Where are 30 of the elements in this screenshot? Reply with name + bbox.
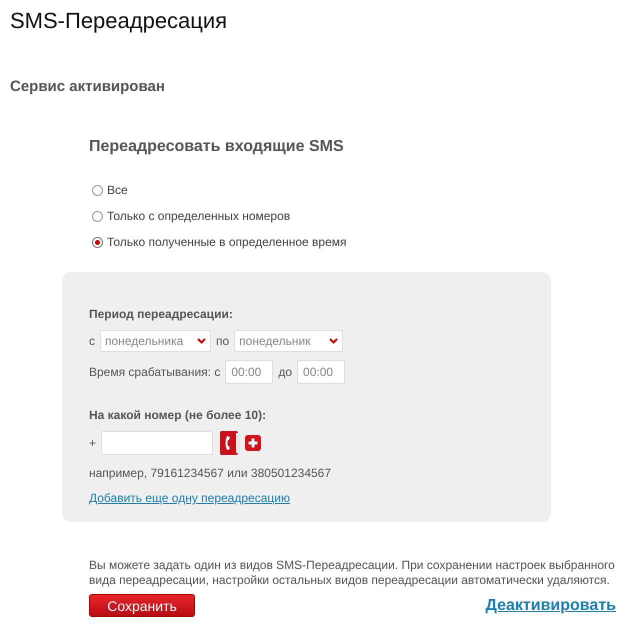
save-button[interactable]: Сохранить	[89, 594, 195, 617]
deactivate-link[interactable]: Деактивировать	[486, 596, 616, 614]
to-label: до	[278, 365, 292, 379]
radio-option[interactable]: Все	[92, 182, 128, 198]
day-dropdown[interactable]: понедельника	[100, 330, 211, 352]
from-label: с	[89, 334, 95, 348]
phonebook-icon[interactable]	[220, 431, 240, 455]
plus-label: +	[89, 436, 96, 450]
number-label: На какой номер (не более 10):	[89, 407, 268, 423]
day-dropdown[interactable]: понедельник	[234, 330, 344, 352]
status-heading: Сервис активирован	[10, 78, 166, 96]
info-text: Вы можете задать один из видов SMS-Переадресации. При сохранении настроек выбранного вида переадресации, настройки остальных видов переадресации автоматически удаляются.	[89, 558, 616, 588]
section-heading: Переадресовать входящие SMS	[89, 137, 345, 157]
period-label: Период переадресации:	[89, 306, 234, 322]
chevron-icon	[329, 338, 338, 344]
time-field[interactable]: 00:00	[297, 360, 346, 384]
radio-icon[interactable]	[92, 184, 103, 196]
example-text: например, 79161234567 или 380501234567	[89, 465, 332, 481]
time-field[interactable]: 00:00	[225, 360, 274, 384]
chevron-icon	[197, 338, 206, 344]
page-title: SMS-Переадресация	[10, 9, 228, 33]
radio-icon[interactable]	[92, 236, 103, 248]
add-icon[interactable]	[245, 435, 262, 451]
radio-option[interactable]: Только с определенных номеров	[92, 208, 290, 224]
add-forwarding-link[interactable]: Добавить еще одну переадресацию	[89, 491, 290, 505]
radio-icon[interactable]	[92, 210, 103, 222]
to-label: по	[216, 334, 230, 348]
phone-field[interactable]	[101, 431, 214, 455]
radio-option[interactable]: Только полученные в определенное время	[92, 234, 346, 250]
time-label: Время срабатывания: с	[89, 365, 220, 379]
